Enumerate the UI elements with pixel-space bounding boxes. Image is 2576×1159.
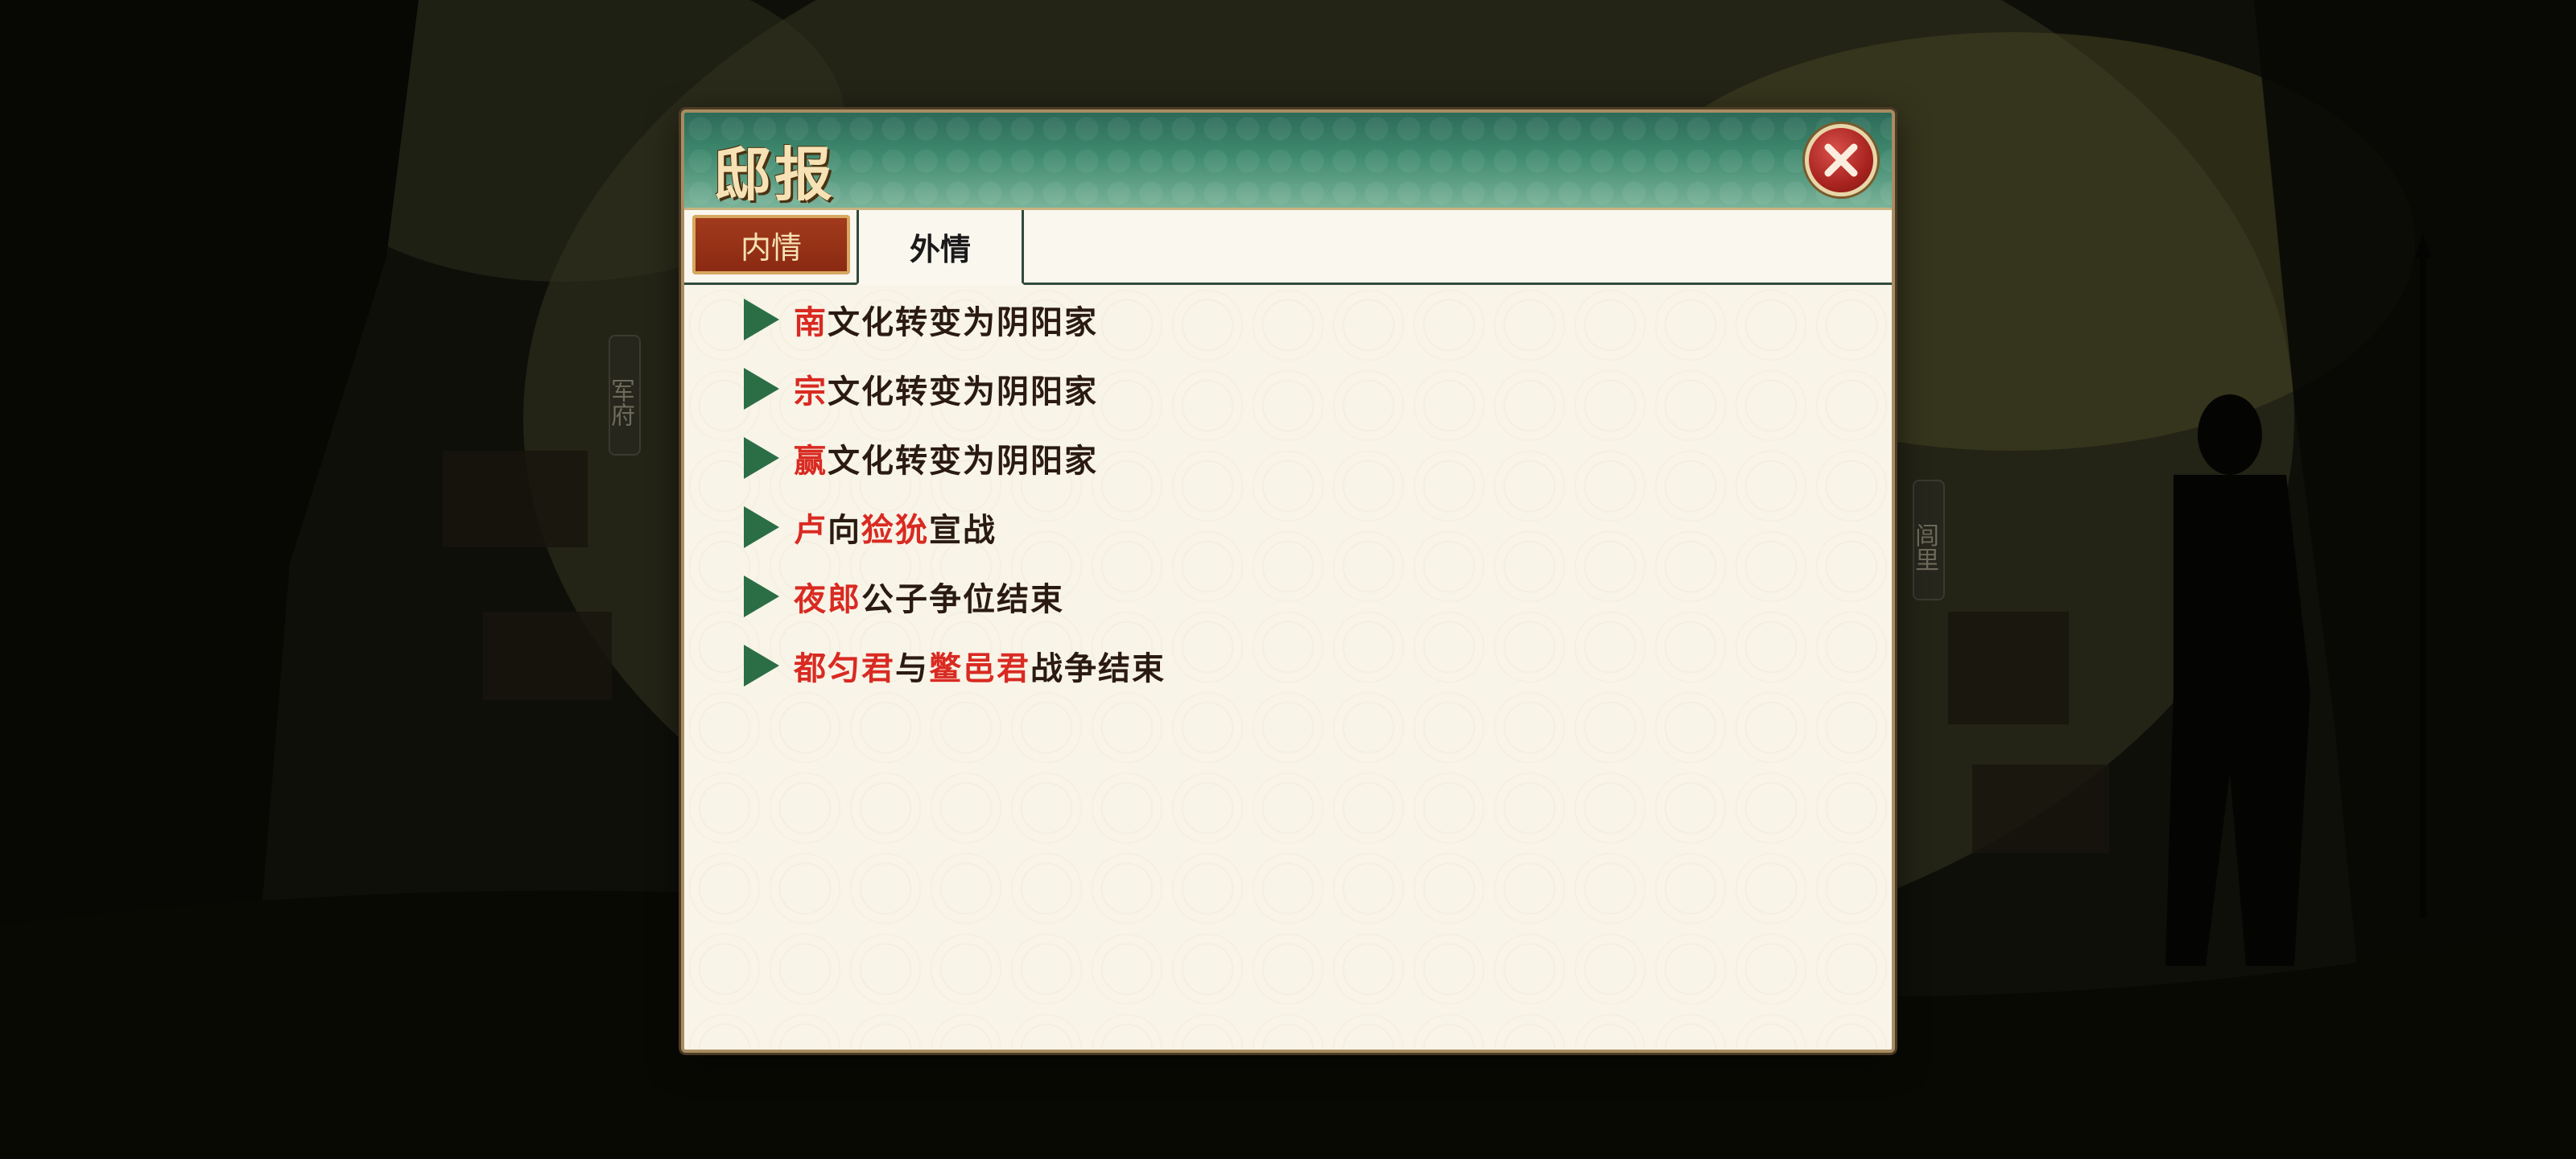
news-entity-name: 鳖邑君 [929,650,1030,687]
news-entity-name: 宗 [794,373,828,410]
news-entity-name: 卢 [794,511,828,549]
close-icon [1824,143,1858,177]
news-item[interactable]: 都匀君与鳖邑君 战争结束 [744,631,1166,700]
news-item[interactable]: 赢文化转变为阴阳家 [744,423,1166,493]
news-entity-name: 南 [794,303,828,341]
news-entity-name: 赢 [794,442,828,480]
news-list: 南文化转变为阴阳家宗文化转变为阴阳家赢文化转变为阴阳家卢向猃狁 宣战 夜郎 公子争位结… [744,285,1166,700]
news-entity-name: 夜郎 [794,580,861,618]
news-item[interactable]: 南文化转变为阴阳家 [744,285,1166,354]
tab-internal[interactable]: 内情 [692,215,850,274]
play-arrow-icon [744,575,779,617]
news-text: 宣战 [929,511,997,549]
news-text: 文化转变为阴阳家 [828,442,1098,480]
news-dialog: 邸报 内情 外情 南文化转变为阴阳家宗文化转变为阴阳家赢文化转变为阴阳家卢向猃狁… [681,109,1895,1053]
news-text: 文化转变为阴阳家 [828,373,1098,410]
news-item[interactable]: 夜郎 公子争位结束 [744,562,1166,631]
play-arrow-icon [744,506,779,548]
tab-bar: 内情 外情 [684,210,1892,285]
news-content: 南文化转变为阴阳家宗文化转变为阴阳家赢文化转变为阴阳家卢向猃狁 宣战 夜郎 公子争位结… [684,285,1892,1050]
play-arrow-icon [744,437,779,479]
news-entity-name: 猃狁 [861,511,929,549]
dialog-title: 邸报 [713,140,836,208]
side-tag-junfu[interactable]: 军府 [606,335,641,456]
news-item[interactable]: 宗文化转变为阴阳家 [744,354,1166,423]
play-arrow-icon [744,299,779,340]
game-scene: 军府 闾里 邸报 内情 外情 南文化转变为阴阳家宗文化转变为阴阳家赢文化转变为阴… [0,0,2576,1159]
dialog-header: 邸报 [684,113,1892,210]
tab-external[interactable]: 外情 [857,210,1024,285]
close-button[interactable] [1805,124,1877,196]
news-item[interactable]: 卢向猃狁 宣战 [744,493,1166,562]
news-text: 与 [895,650,929,687]
news-text: 战争结束 [1030,650,1166,687]
news-text: 文化转变为阴阳家 [828,303,1098,341]
news-text: 公子争位结束 [861,580,1064,618]
side-tag-lvli[interactable]: 闾里 [1910,480,1945,600]
news-text: 向 [828,511,861,549]
play-arrow-icon [744,645,779,687]
play-arrow-icon [744,368,779,410]
news-entity-name: 都匀君 [794,650,895,687]
